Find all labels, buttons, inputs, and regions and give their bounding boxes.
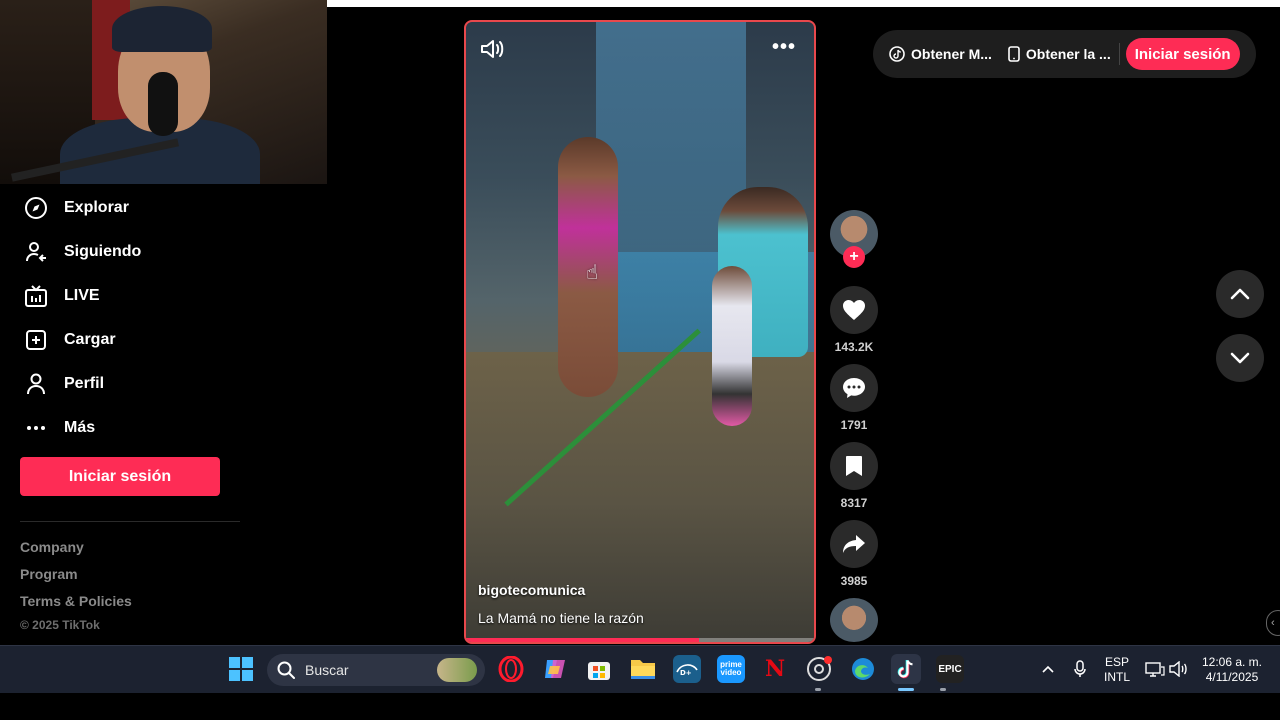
footer-copyright: © 2025 TikTok — [20, 618, 100, 632]
save-count: 8317 — [840, 496, 868, 510]
sidebar-item-live[interactable]: LIVE — [20, 274, 260, 318]
more-options-button[interactable]: ••• — [772, 36, 796, 59]
video-caption: La Mamá no tiene la razón — [478, 610, 644, 626]
next-video-button[interactable] — [1216, 334, 1264, 382]
sidebar-item-mas[interactable]: Más — [20, 406, 260, 450]
header-login-button[interactable]: Iniciar sesión — [1125, 38, 1240, 70]
video-author[interactable]: bigotecomunica — [478, 582, 585, 598]
ms-store-icon[interactable] — [585, 655, 613, 683]
live-tv-icon — [20, 280, 52, 312]
sidebar-nav: Explorar Siguiendo LIVE Cargar Perfil Má… — [20, 186, 260, 450]
microphone-icon[interactable] — [1066, 655, 1094, 683]
sidebar-item-label: LIVE — [64, 287, 100, 304]
heart-icon — [843, 300, 865, 320]
share-button[interactable] — [830, 520, 878, 568]
running-indicator — [815, 688, 821, 691]
sidebar-item-cargar[interactable]: Cargar — [20, 318, 260, 362]
hand-cursor-icon: ☝ — [586, 262, 599, 284]
tray-chevron-up-icon[interactable] — [1034, 655, 1062, 683]
keyboard-language[interactable]: ESP INTL — [1102, 655, 1132, 685]
svg-text:D+: D+ — [680, 669, 692, 676]
footer-link-terms[interactable]: Terms & Policies — [20, 593, 132, 609]
footer-link-company[interactable]: Company — [20, 539, 84, 555]
language-code: ESP — [1104, 655, 1129, 669]
clock-time: 12:06 a. m. — [1201, 655, 1263, 669]
comment-count: 1791 — [840, 418, 868, 432]
running-indicator — [940, 688, 946, 691]
upload-plus-icon — [20, 324, 52, 356]
save-button[interactable] — [830, 442, 878, 490]
search-icon — [277, 661, 295, 679]
file-explorer-icon[interactable] — [629, 655, 657, 683]
volume-icon[interactable] — [480, 38, 506, 60]
like-count: 143.2K — [834, 340, 874, 354]
prime-video-icon[interactable]: prime video — [717, 655, 745, 683]
taskbar-search[interactable]: Buscar — [267, 654, 485, 686]
video-actions: + 143.2K 1791 8317 3985 — [830, 210, 878, 642]
video-progress-fill — [466, 638, 700, 642]
webcam-overlay — [0, 0, 327, 184]
sidebar-item-label: Más — [64, 419, 96, 436]
chevron-up-icon — [1230, 288, 1250, 300]
more-dots-icon — [20, 412, 52, 444]
sidebar-item-siguiendo[interactable]: Siguiendo — [20, 230, 260, 274]
like-button[interactable] — [830, 286, 878, 334]
copilot-icon[interactable] — [541, 655, 569, 683]
epic-games-icon[interactable]: EPIC — [936, 655, 964, 683]
comment-button[interactable] — [830, 364, 878, 412]
sidebar-item-label: Siguiendo — [64, 243, 142, 260]
tiktok-app-icon[interactable] — [891, 654, 921, 684]
search-highlight-image — [437, 658, 477, 682]
chrome-like-icon[interactable] — [805, 655, 833, 683]
follow-plus-icon[interactable]: + — [843, 246, 865, 268]
windows-start-icon[interactable] — [228, 656, 254, 682]
user-follow-icon — [20, 236, 52, 268]
sidebar-item-label: Cargar — [64, 331, 116, 348]
netflix-icon[interactable]: N — [761, 655, 789, 683]
profile-icon — [20, 368, 52, 400]
collapse-panel-button[interactable]: ‹ — [1266, 610, 1280, 636]
active-app-indicator — [898, 688, 914, 691]
sidebar-login-button[interactable]: Iniciar sesión — [20, 457, 220, 496]
share-count: 3985 — [840, 574, 868, 588]
screen-bottom-band — [0, 693, 1280, 720]
opera-icon[interactable] — [497, 655, 525, 683]
clock[interactable]: 12:06 a. m. 4/11/2025 — [1192, 655, 1272, 685]
sidebar-item-label: Explorar — [64, 199, 129, 216]
clock-date: 4/11/2025 — [1205, 670, 1259, 684]
footer-link-program[interactable]: Program — [20, 566, 78, 582]
bookmark-icon — [846, 456, 862, 476]
video-player[interactable]: ••• bigotecomunica La Mamá no tiene la r… — [464, 20, 816, 644]
windows-taskbar: Buscar D+ prime video N EPIC ESP INTL 12… — [0, 645, 1280, 693]
disney-plus-icon[interactable]: D+ — [673, 655, 701, 683]
get-desktop-app-button[interactable]: Obtener la ... — [1000, 38, 1119, 70]
chevron-down-icon — [1230, 352, 1250, 364]
top-white-bar — [327, 0, 1280, 7]
comment-icon — [843, 378, 865, 398]
video-progress-bar[interactable] — [466, 638, 814, 642]
music-avatar[interactable] — [830, 598, 878, 642]
compass-icon — [20, 192, 52, 224]
sidebar-divider — [20, 521, 240, 522]
get-desktop-label: Obtener la ... — [1025, 46, 1111, 62]
share-arrow-icon — [843, 535, 865, 553]
creator-avatar[interactable]: + — [830, 210, 878, 268]
keyboard-layout: INTL — [1103, 670, 1130, 684]
search-placeholder: Buscar — [305, 662, 349, 678]
get-app-button[interactable]: Obtener M... — [881, 38, 1000, 70]
sidebar-item-explorar[interactable]: Explorar — [20, 186, 260, 230]
tiktok-logo-icon — [889, 46, 905, 62]
sidebar-item-label: Perfil — [64, 375, 105, 392]
previous-video-button[interactable] — [1216, 270, 1264, 318]
phone-icon — [1008, 46, 1020, 62]
get-app-label: Obtener M... — [911, 46, 992, 62]
edge-icon[interactable] — [849, 655, 877, 683]
pill-divider — [1118, 43, 1120, 65]
header-actions-pill: Obtener M... Obtener la ... Iniciar sesi… — [873, 30, 1256, 78]
sidebar-item-perfil[interactable]: Perfil — [20, 362, 260, 406]
volume-tray-icon[interactable] — [1165, 655, 1193, 683]
